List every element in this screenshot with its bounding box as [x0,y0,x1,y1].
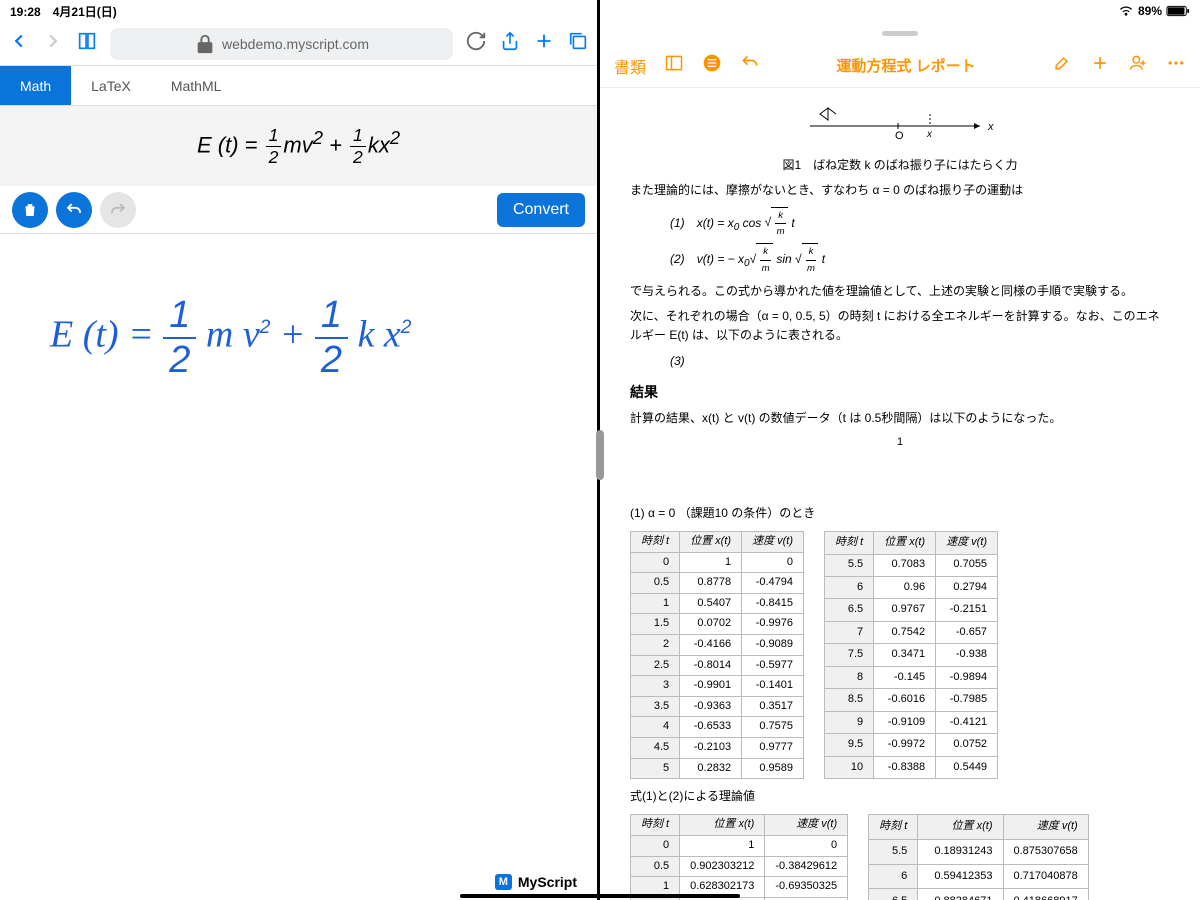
theo-tables: 時刻 t位置 x(t)速度 v(t)0100.50.902303212-0.38… [630,814,1170,900]
document-body[interactable]: x Ox 図1 ばね定数 k のばね振り子にはたらく力 また理論的には、摩擦がない… [600,88,1200,900]
tab-mathml[interactable]: MathML [151,66,242,105]
tab-latex[interactable]: LaTeX [71,66,151,105]
new-tab-icon[interactable] [533,30,555,57]
page-number: 1 [630,434,1170,452]
tabs-icon[interactable] [567,30,589,57]
doc-title: 運動方程式 レポート [778,55,1034,76]
url-text: webdemo.myscript.com [222,36,369,52]
forward-button[interactable] [42,30,64,57]
table-right: 時刻 t位置 x(t)速度 v(t)5.50.70830.705560.960.… [824,531,998,779]
case1: (1) α = 0 （課題10 の条件）のとき [630,504,1170,523]
para2: で与えられる。この式から導かれた値を理論値として、上述の実験と同様の手順で実験す… [630,282,1170,301]
results-heading: 結果 [630,381,1170,403]
myscript-logo: MMyScript [495,874,577,890]
list-icon[interactable] [702,53,722,78]
safari-toolbar: webdemo.myscript.com [0,22,597,66]
brush-icon[interactable] [1052,53,1072,78]
svg-text:O: O [895,130,904,142]
address-bar[interactable]: webdemo.myscript.com [110,28,453,60]
handwriting-strokes: E (t) = 12 m v2 + 12 k x2 [50,294,411,382]
undo-button[interactable] [56,192,92,228]
redo-button[interactable] [100,192,136,228]
back-button[interactable] [8,30,30,57]
data-tables: 時刻 t位置 x(t)速度 v(t)0100.50.8778-0.479410.… [630,531,1170,779]
status-bar: 19:28 4月21日(日) [0,0,597,22]
convert-button[interactable]: Convert [497,193,585,227]
collab-icon[interactable] [1128,53,1148,78]
figure-axis: x Ox [630,106,1170,148]
theo-left: 時刻 t位置 x(t)速度 v(t)0100.50.902303212-0.38… [630,814,848,900]
reload-icon[interactable] [465,30,487,57]
svg-text:x: x [926,129,933,140]
status-bar-right: 89% [600,0,1200,22]
home-indicator[interactable] [460,894,740,898]
notes-toolbar: 書類 運動方程式 レポート [600,44,1200,88]
bookmarks-icon[interactable] [76,30,98,57]
more-icon[interactable] [1166,53,1186,78]
lock-icon [194,33,216,55]
view-icon[interactable] [664,53,684,78]
eq1: (1) x(t) = x0 cos √km t [670,207,1170,240]
table-left: 時刻 t位置 x(t)速度 v(t)0100.50.8778-0.479410.… [630,531,804,779]
tab-math[interactable]: Math [0,66,71,105]
back-to-docs[interactable]: 書類 [614,54,646,78]
undo-icon[interactable] [740,53,760,78]
eq3: (3) [670,352,1170,371]
svg-text:x: x [987,121,994,133]
share-icon[interactable] [499,30,521,57]
canvas-toolbar: Convert [0,186,597,234]
para-theory: また理論的には、摩擦がないとき、すなわち α = 0 のばね振り子の運動は [630,181,1170,200]
para3: 次に、それぞれの場合（α = 0, 0.5, 5）の時刻 t における全エネルギ… [630,307,1170,345]
add-icon[interactable] [1090,53,1110,78]
eq2: (2) v(t) = − x0√km sin √km t [670,243,1170,276]
split-handle[interactable] [596,430,604,480]
clear-button[interactable] [12,192,48,228]
format-tabs: Math LaTeX MathML [0,66,597,106]
para4: 計算の結果、x(t) と v(t) の数値データ（t は 0.5秒間隔）は以下の… [630,409,1170,428]
handwriting-canvas[interactable]: E (t) = 12 m v2 + 12 k x2 MMyScript [0,234,597,900]
theo-head: 式(1)と(2)による理論値 [630,787,1170,806]
fig-caption: 図1 ばね定数 k のばね振り子にはたらく力 [630,156,1170,175]
wifi-icon [1118,5,1134,17]
formula-output: E (t) = 12mv2 + 12kx2 [0,106,597,186]
sheet-handle[interactable] [882,31,918,36]
theo-right: 時刻 t位置 x(t)速度 v(t)5.50.189312430.8753076… [868,814,1089,900]
battery-icon [1166,5,1190,17]
